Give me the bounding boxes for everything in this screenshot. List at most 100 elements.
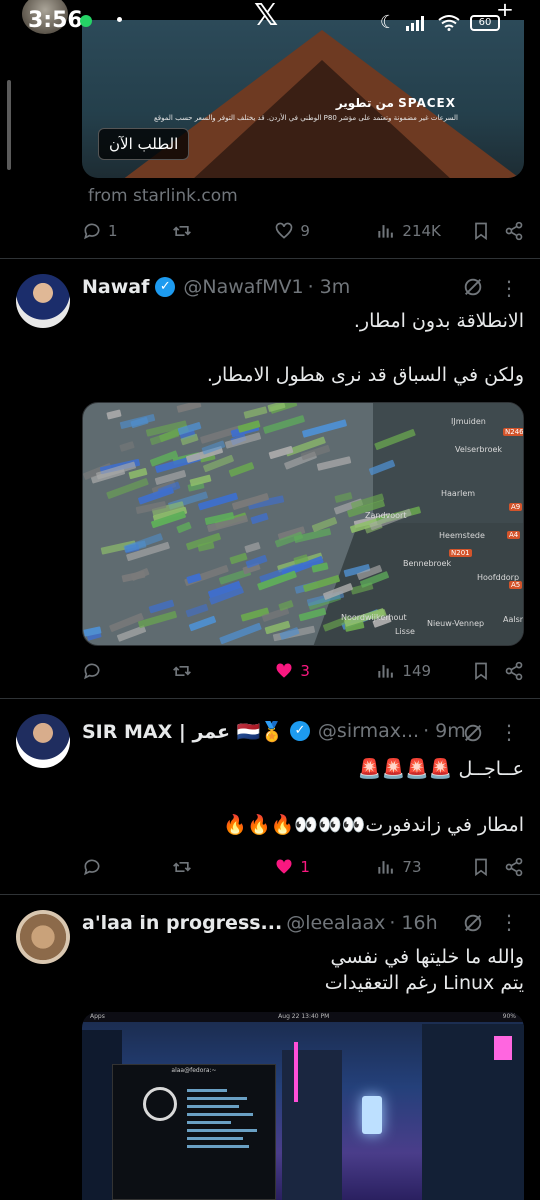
avatar[interactable]	[16, 714, 70, 768]
status-time: 3:56	[28, 8, 83, 33]
repost-icon	[173, 666, 192, 676]
views-icon	[378, 861, 394, 874]
map-label: Velserbroek	[455, 445, 503, 454]
grok-icon[interactable]	[462, 912, 484, 934]
share-icon	[505, 221, 523, 241]
reply-button[interactable]	[82, 661, 172, 681]
desktop-screenshot-image[interactable]: Apps Aug 22 13:40 PM 90% alaa@fedora:~	[82, 1012, 524, 1200]
ad-action-bar: 1 9 214K	[82, 216, 524, 246]
map-label: Zandvoort	[365, 511, 407, 520]
timestamp[interactable]: · 3m	[308, 276, 351, 298]
topbar-battery: 90%	[502, 1013, 516, 1020]
repost-button[interactable]	[172, 857, 274, 877]
road-badge: N201	[449, 549, 472, 557]
share-icon	[505, 857, 523, 877]
timestamp[interactable]: · 16h	[389, 912, 437, 934]
ad-image[interactable]: من تطوير SPACEX السرعات غير مضمونة وتعتم…	[82, 20, 524, 178]
reply-icon	[84, 663, 100, 680]
avatar[interactable]	[16, 274, 70, 328]
like-icon	[276, 663, 292, 678]
road-badge: A4	[507, 531, 521, 539]
radar-streak	[119, 413, 156, 430]
topbar-clock: Aug 22 13:40 PM	[278, 1013, 330, 1020]
bookmark-button[interactable]	[471, 221, 504, 241]
grok-icon[interactable]	[462, 276, 484, 298]
radar-streak	[228, 461, 255, 478]
building-shape	[282, 1050, 342, 1200]
bookmark-button[interactable]	[471, 661, 504, 681]
radar-map-image[interactable]: IJmuiden Velserbroek Haarlem Zandvoort H…	[82, 402, 524, 646]
views-button[interactable]: 73	[376, 857, 470, 877]
terminal-title: alaa@fedora:~	[171, 1067, 217, 1074]
bookmark-button[interactable]	[471, 857, 504, 877]
handle[interactable]: @NawafMV1	[183, 276, 303, 298]
views-button[interactable]: 214K	[376, 221, 470, 241]
radar-streak	[301, 419, 348, 438]
more-icon[interactable]: ⋮	[499, 720, 519, 744]
more-icon[interactable]: ⋮	[499, 910, 519, 934]
radar-streak	[219, 622, 262, 645]
radar-streak	[106, 409, 122, 420]
share-button[interactable]	[504, 857, 524, 877]
x-logo-icon[interactable]: 𝕏	[254, 0, 278, 33]
bookmark-icon	[474, 222, 487, 241]
tweet-text: امطار في زاندفورت👀👀👀🔥🔥🔥	[223, 814, 524, 836]
radar-streak	[130, 567, 150, 582]
share-button[interactable]	[504, 661, 524, 681]
avatar[interactable]	[16, 910, 70, 964]
divider	[0, 698, 540, 699]
handle[interactable]: @leealaax	[286, 912, 385, 934]
terminal-line	[187, 1129, 257, 1132]
fedora-logo-icon	[143, 1087, 177, 1121]
repost-button[interactable]	[172, 661, 274, 681]
tweet-text: عــاجــل 🚨🚨🚨🚨	[357, 758, 524, 780]
moon-icon: ☾	[379, 12, 396, 33]
map-label: Nieuw-Vennep	[427, 619, 485, 628]
tweet-header: SIR MAX | عمر 🇳🇱🏅 ✓ @sirmax... · 9m	[82, 718, 466, 744]
ad-source-link[interactable]: from starlink.com	[88, 186, 238, 206]
like-button[interactable]: 9	[274, 221, 376, 241]
scrollbar-thumb[interactable]	[7, 80, 11, 170]
tweet-action-bar: 1 73	[82, 852, 524, 882]
display-name[interactable]: Nawaf	[82, 276, 149, 298]
reply-button[interactable]	[82, 857, 172, 877]
like-count: 1	[300, 858, 310, 876]
like-button[interactable]: 3	[274, 661, 376, 681]
ad-cta-button[interactable]: الطلب الآن	[98, 128, 190, 160]
reply-button[interactable]: 1	[82, 221, 172, 241]
timestamp[interactable]: · 9m	[423, 720, 466, 742]
ad-brand-name: SPACEX	[398, 96, 456, 110]
wifi-icon	[438, 14, 460, 31]
share-button[interactable]	[504, 221, 524, 241]
repost-button[interactable]	[172, 221, 274, 241]
desktop-topbar: Apps Aug 22 13:40 PM 90%	[82, 1012, 524, 1022]
tweet-text: الانطلاقة بدون امطار.	[353, 310, 524, 332]
handle[interactable]: @sirmax...	[318, 720, 419, 742]
views-button[interactable]: 149	[376, 661, 470, 681]
lamp-shape	[362, 1096, 382, 1134]
share-icon	[505, 661, 523, 681]
radar-streak	[176, 403, 202, 413]
terminal-line	[187, 1121, 231, 1124]
reply-icon	[84, 859, 100, 876]
like-icon	[276, 222, 293, 239]
divider	[0, 894, 540, 895]
reply-count: 1	[108, 222, 118, 240]
tweet-text: والله ما خليتها في نفسي	[330, 946, 525, 968]
map-label: Lisse	[395, 627, 415, 636]
more-icon[interactable]: ⋮	[499, 276, 519, 300]
radar-streak	[268, 445, 294, 460]
display-name[interactable]: a'laa in progress...	[82, 912, 282, 934]
ad-brand-prefix: من تطوير	[335, 96, 394, 110]
grok-icon[interactable]	[462, 722, 484, 744]
like-button[interactable]: 1	[274, 857, 376, 877]
ad-brand: من تطوير SPACEX	[336, 96, 456, 110]
add-account-icon[interactable]: ⁺	[496, 0, 514, 36]
ad-disclaimer: السرعات غير مضمونة وتعتمد على مؤشر P80 ا…	[154, 114, 458, 122]
display-name[interactable]: SIR MAX | عمر 🇳🇱🏅	[82, 720, 284, 743]
radar-streak	[316, 456, 352, 471]
reply-icon	[84, 223, 100, 240]
bookmark-icon	[474, 662, 487, 681]
verified-icon: ✓	[155, 277, 176, 297]
views-count: 149	[402, 662, 432, 680]
